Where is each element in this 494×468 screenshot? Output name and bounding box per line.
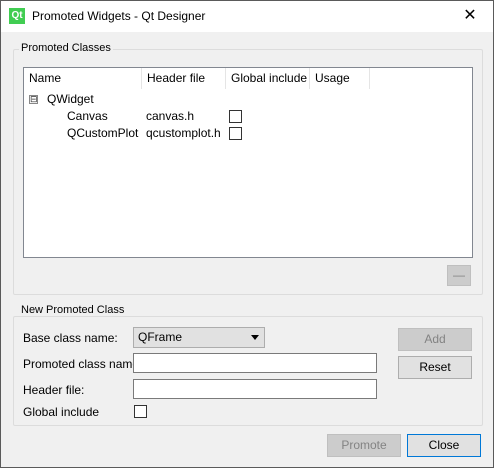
header-file-label: Header file: [23,383,85,397]
global-include-label: Global include [23,405,100,419]
close-window-icon[interactable]: ✕ [447,1,493,32]
global-include-checkbox[interactable] [229,110,242,123]
remove-class-button[interactable]: — [447,265,471,286]
promoted-class-name-input[interactable] [133,353,377,373]
title-bar[interactable]: Qt Promoted Widgets - Qt Designer ✕ [1,1,493,32]
global-include-checkbox[interactable] [229,127,242,140]
add-button[interactable]: Add [398,328,472,351]
tree-item-header-file: qcustomplot.h [146,126,221,140]
promoted-class-label: Promoted class name: [23,357,143,371]
tree-item-name: Canvas [67,109,108,123]
promote-button[interactable]: Promote [327,434,401,457]
window-title: Promoted Widgets - Qt Designer [32,9,206,23]
tree-row-qcustomplot[interactable]: QCustomPlot qcustomplot.h [24,125,472,142]
reset-button[interactable]: Reset [398,356,472,379]
qt-designer-icon: Qt [9,8,25,24]
close-button[interactable]: Close [407,434,481,457]
column-header-global-include[interactable]: Global include [226,68,310,89]
tree-row-canvas[interactable]: Canvas canvas.h [24,108,472,125]
base-class-label: Base class name: [23,331,118,345]
promoted-classes-group-title: Promoted Classes [19,42,113,54]
global-include-checkbox-new[interactable] [134,405,147,418]
tree-row-qwidget[interactable]: ⊟ QWidget [24,91,472,108]
column-header-header-file[interactable]: Header file [142,68,226,89]
promoted-classes-tree[interactable]: Name Header file Global include Usage ⊟ … [23,67,473,258]
base-class-combobox[interactable]: QFrame [133,327,265,348]
base-class-value: QFrame [138,330,183,344]
tree-item-name: QCustomPlot [67,126,139,140]
new-promoted-class-group-title: New Promoted Class [19,304,127,316]
chevron-down-icon [251,335,259,340]
tree-item-header-file: canvas.h [146,109,195,123]
collapse-icon[interactable]: ⊟ [29,95,38,104]
promoted-widgets-dialog: Qt Promoted Widgets - Qt Designer ✕ Prom… [0,0,494,468]
tree-header: Name Header file Global include Usage [24,68,472,89]
column-header-name[interactable]: Name [24,68,142,89]
tree-item-name: QWidget [47,92,94,106]
header-file-input[interactable] [133,379,377,399]
column-header-usage[interactable]: Usage [310,68,370,89]
